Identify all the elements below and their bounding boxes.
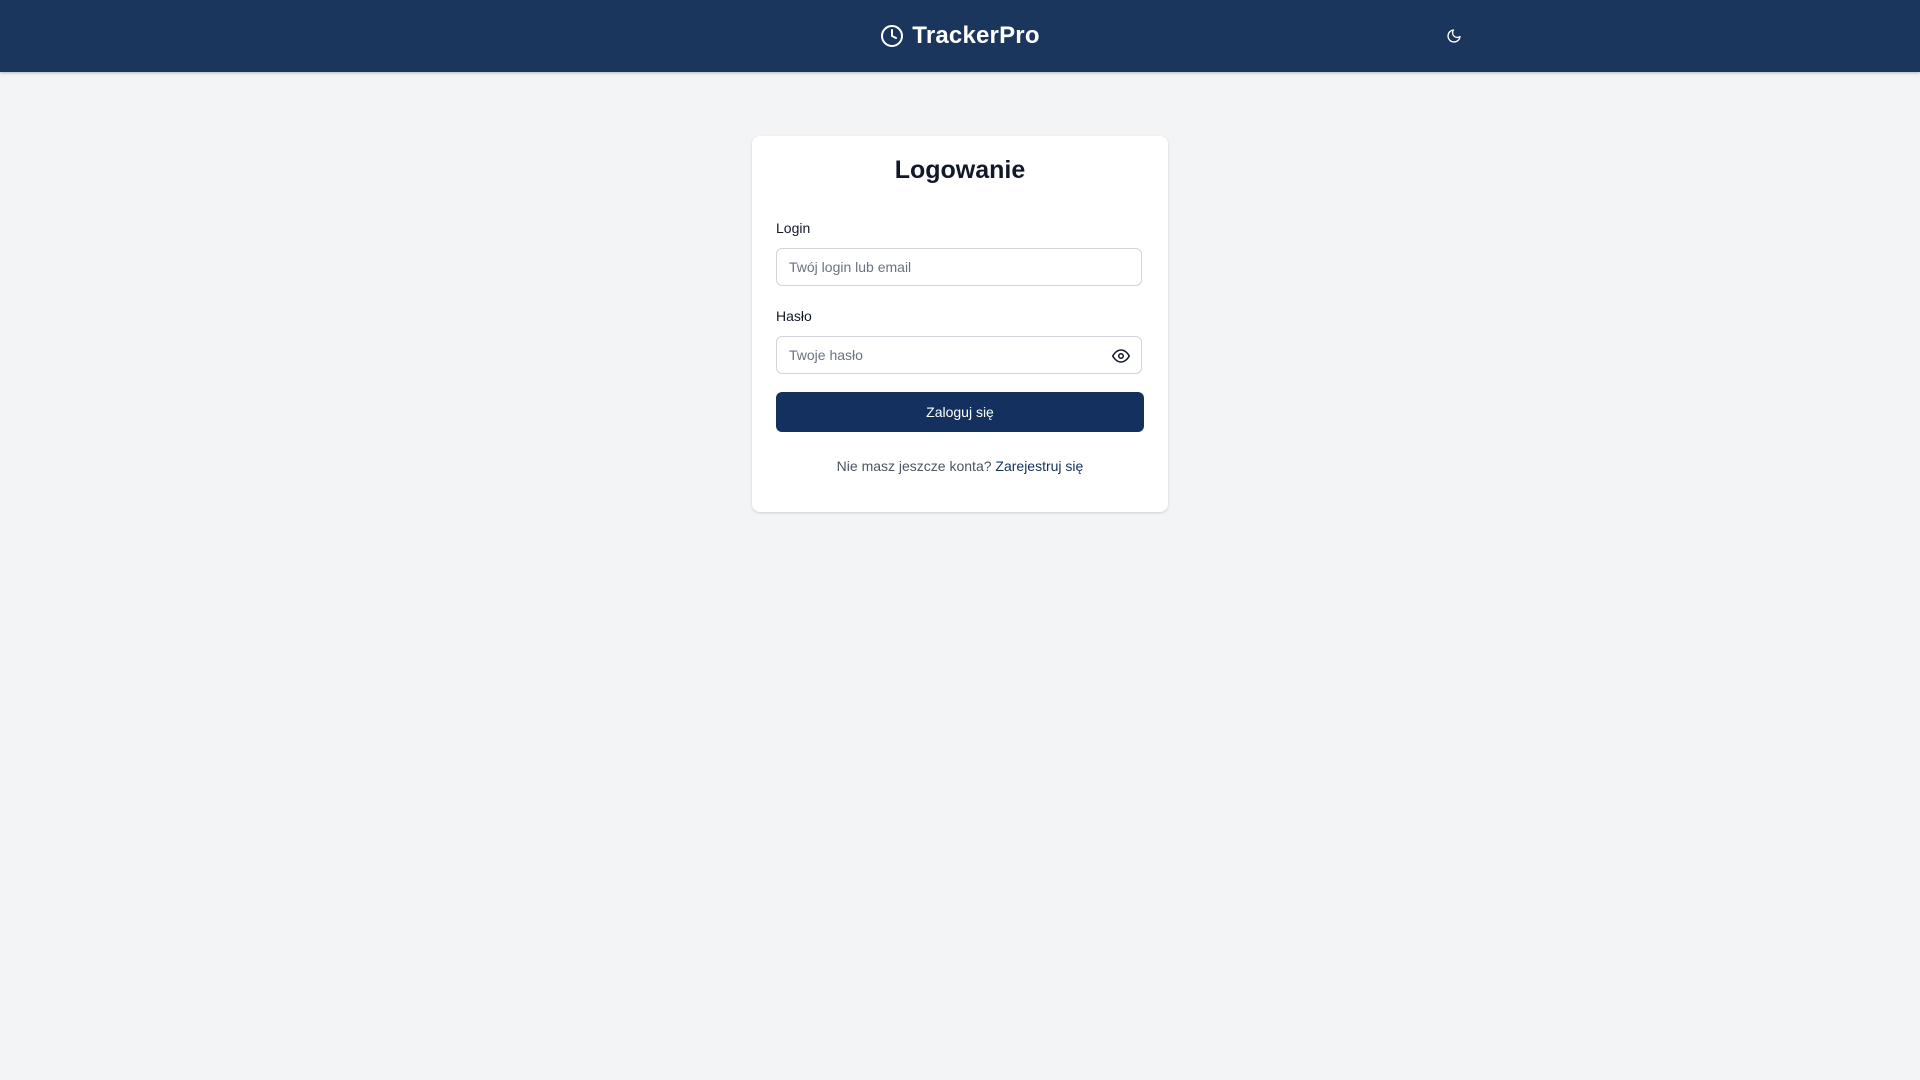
top-navigation-bar: TrackerPro xyxy=(0,0,1920,72)
password-label: Hasło xyxy=(776,308,812,324)
login-input-wrapper xyxy=(776,248,1142,286)
login-card xyxy=(752,136,1168,512)
moon-icon xyxy=(1446,28,1462,44)
brand[interactable]: TrackerPro xyxy=(0,0,1920,72)
register-prompt-text: Nie masz jeszcze konta? xyxy=(836,458,992,474)
eye-icon xyxy=(1112,347,1130,365)
login-label: Login xyxy=(776,220,811,236)
theme-toggle-button[interactable] xyxy=(1438,20,1470,52)
clock-icon xyxy=(880,24,904,48)
show-password-button[interactable] xyxy=(1111,346,1131,366)
register-link[interactable]: Zarejestruj się xyxy=(995,458,1083,474)
login-submit-button[interactable]: Zaloguj się xyxy=(776,392,1144,432)
register-prompt-line: Nie masz jeszcze konta? Zarejestruj się xyxy=(752,458,1168,474)
brand-name: TrackerPro xyxy=(912,22,1040,49)
login-input[interactable] xyxy=(777,249,1141,285)
login-title: Logowanie xyxy=(894,156,1026,184)
password-input[interactable] xyxy=(777,337,1141,373)
password-input-wrapper xyxy=(776,336,1142,374)
